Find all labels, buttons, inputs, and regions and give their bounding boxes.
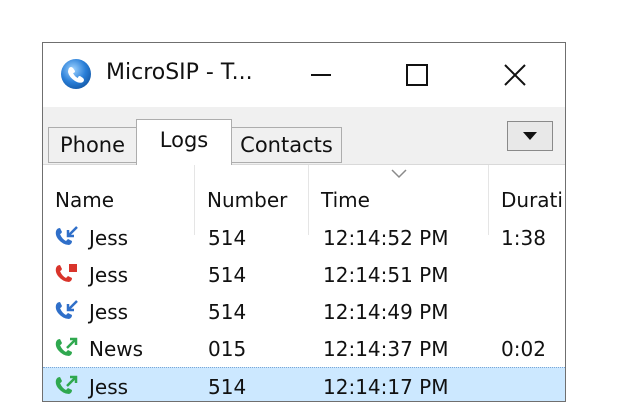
row-number: 514 <box>208 262 247 287</box>
minimize-icon <box>311 74 331 76</box>
tab-phone[interactable]: Phone <box>48 127 136 163</box>
sort-descending-icon <box>391 169 407 179</box>
row-time: 12:14:49 PM <box>323 299 449 324</box>
row-time: 12:14:52 PM <box>323 225 449 250</box>
call-log-list[interactable]: Name Number Time Durati Jess 514 12:14:52 … <box>43 165 565 401</box>
row-name: News <box>89 336 144 361</box>
row-duration: 1:38 <box>501 225 546 250</box>
menu-dropdown-button[interactable] <box>507 121 553 151</box>
tab-bar: Phone Logs Contacts <box>43 107 565 165</box>
minimize-button[interactable] <box>299 53 343 97</box>
call-log-row[interactable]: Jess 514 12:14:52 PM 1:38 <box>43 219 565 256</box>
row-duration: 0:02 <box>501 336 546 361</box>
row-time: 12:14:17 PM <box>323 374 449 399</box>
window-title: MicroSIP - T... <box>106 60 253 85</box>
row-time: 12:14:51 PM <box>323 262 449 287</box>
incoming-call-icon <box>52 293 80 330</box>
call-log-row[interactable]: Jess 514 12:14:17 PM <box>43 367 565 401</box>
title-bar[interactable]: MicroSIP - T... <box>43 43 565 107</box>
row-name: Jess <box>89 225 129 250</box>
row-time: 12:14:37 PM <box>323 336 449 361</box>
row-name: Jess <box>89 262 129 287</box>
row-name: Jess <box>89 299 129 324</box>
row-number: 514 <box>208 225 247 250</box>
outgoing-call-icon <box>52 330 80 367</box>
microsip-window: MicroSIP - T... Phone Logs Contacts Name… <box>42 42 566 402</box>
call-log-row[interactable]: Jess 514 12:14:51 PM <box>43 256 565 293</box>
maximize-icon <box>406 64 428 86</box>
row-number: 514 <box>208 299 247 324</box>
call-log-row[interactable]: News 015 12:14:37 PM 0:02 <box>43 330 565 367</box>
tab-logs[interactable]: Logs <box>136 119 232 165</box>
row-name: Jess <box>89 374 129 399</box>
close-button[interactable] <box>493 53 537 97</box>
row-number: 514 <box>208 374 247 399</box>
close-icon <box>504 64 526 86</box>
outgoing-call-icon <box>52 368 80 401</box>
row-number: 015 <box>208 336 247 361</box>
microsip-logo-icon <box>61 59 91 89</box>
tab-contacts[interactable]: Contacts <box>232 127 342 163</box>
incoming-call-icon <box>52 219 80 256</box>
call-log-row[interactable]: Jess 514 12:14:49 PM <box>43 293 565 330</box>
triangle-down-icon <box>523 132 537 140</box>
maximize-button[interactable] <box>395 53 439 97</box>
missed-call-icon <box>52 256 80 293</box>
